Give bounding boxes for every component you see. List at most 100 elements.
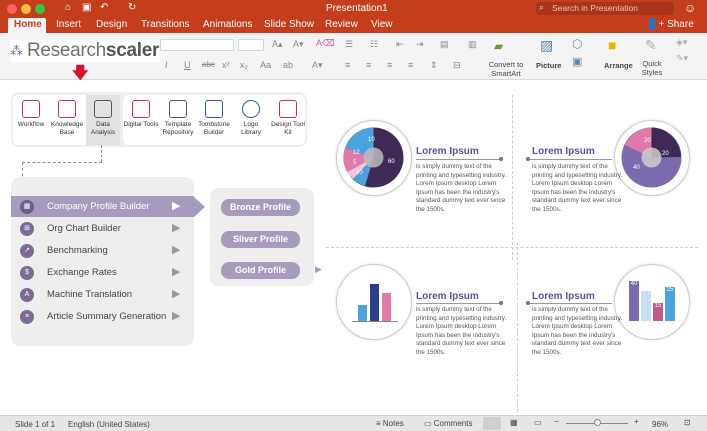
change-case-icon[interactable]: Aa bbox=[260, 60, 271, 70]
increase-indent-icon[interactable]: ⇥ bbox=[416, 39, 424, 50]
search-box[interactable]: ⌕ Search in Presentation bbox=[536, 2, 674, 15]
tab-animations[interactable]: Animations bbox=[203, 19, 252, 30]
search-placeholder: Search in Presentation bbox=[552, 3, 638, 13]
menu-label: Benchmarking bbox=[47, 245, 108, 256]
comments-button[interactable]: ▭ Comments bbox=[424, 419, 472, 428]
menu-item-benchmarking[interactable]: ↗ Benchmarking ▶ bbox=[12, 241, 192, 261]
notes-label: Notes bbox=[382, 419, 404, 428]
tool-label: Template Repository bbox=[162, 121, 194, 136]
align-text-icon[interactable]: ⊟ bbox=[453, 60, 461, 71]
picture-icon[interactable]: ▨ bbox=[540, 37, 553, 54]
text-direction-icon[interactable]: ⇕ bbox=[430, 60, 438, 71]
highlight-icon[interactable]: ab bbox=[283, 60, 293, 70]
convert-smartart-label[interactable]: Convert to SmartArt bbox=[485, 60, 527, 78]
zoom-window-button[interactable] bbox=[35, 4, 45, 14]
card3-text: is simply dummy text of the printing and… bbox=[416, 306, 507, 356]
bar-chart-1 bbox=[336, 264, 412, 340]
zoom-slider-handle[interactable] bbox=[594, 419, 601, 426]
silver-profile-button[interactable]: Sliver Profile bbox=[221, 231, 300, 248]
strikethrough-icon[interactable]: abc bbox=[202, 60, 215, 69]
quick-styles-icon[interactable]: ✎ bbox=[645, 37, 657, 54]
language-indicator[interactable]: English (United States) bbox=[68, 420, 150, 429]
smiley-icon[interactable]: ☺ bbox=[684, 1, 696, 15]
quick-styles-label[interactable]: Quick Styles bbox=[639, 59, 665, 77]
menu-item-machine-translation[interactable]: A Machine Translation ▶ bbox=[12, 285, 192, 305]
decrease-indent-icon[interactable]: ⇤ bbox=[396, 39, 404, 50]
subscript-icon[interactable]: x₂ bbox=[240, 60, 248, 70]
menu-item-exchange-rates[interactable]: $ Exchange Rates ▶ bbox=[12, 263, 192, 283]
tab-design[interactable]: Design bbox=[96, 19, 127, 30]
notes-button[interactable]: ≡ Notes bbox=[376, 419, 404, 428]
tool-knowledge-base[interactable]: Knowledge Base bbox=[49, 100, 85, 136]
zoom-out-icon[interactable]: − bbox=[554, 417, 559, 426]
picture-label[interactable]: Picture bbox=[536, 61, 561, 70]
tool-template-repository[interactable]: Template Repository bbox=[160, 100, 196, 136]
smartart-icon[interactable]: ▰ bbox=[494, 39, 503, 53]
font-color-icon[interactable]: A▾ bbox=[312, 60, 323, 71]
down-arrow-icon: 🡇 bbox=[72, 65, 89, 82]
tool-data-analysis[interactable]: Data Analysis bbox=[85, 100, 121, 136]
bronze-profile-button[interactable]: Bronze Profile bbox=[221, 199, 300, 216]
arrange-icon[interactable]: ■ bbox=[608, 37, 616, 53]
clear-format-icon[interactable]: A⌫ bbox=[316, 38, 335, 49]
numbering-icon[interactable]: ☷ bbox=[370, 39, 378, 50]
menu-item-company-profile-builder[interactable]: ▦ Company Profile Builder ▶ bbox=[12, 197, 192, 217]
reading-view-icon[interactable]: ▭ bbox=[534, 418, 542, 427]
tool-tombstone-builder[interactable]: Tombstone Builder bbox=[196, 100, 232, 136]
font-size-dropdown[interactable] bbox=[238, 39, 264, 51]
arrange-label[interactable]: Arrange bbox=[604, 61, 633, 70]
menu-item-article-summary[interactable]: ≡ Article Summary Generation ▶ bbox=[12, 307, 192, 327]
fill-icon[interactable]: ◈▾ bbox=[676, 37, 687, 48]
font-name-dropdown[interactable] bbox=[160, 39, 234, 51]
outline-icon[interactable]: ✎▾ bbox=[676, 53, 688, 64]
underline-icon[interactable]: U bbox=[184, 60, 191, 70]
align-center-icon[interactable]: ≡ bbox=[366, 60, 371, 70]
menu-item-org-chart-builder[interactable]: ⊞ Org Chart Builder ▶ bbox=[12, 219, 192, 239]
tab-slide-show[interactable]: Slide Show bbox=[264, 19, 314, 30]
home-icon[interactable]: ⌂ bbox=[65, 2, 71, 13]
line-spacing-icon[interactable]: ▥ bbox=[468, 39, 477, 50]
divider-v2 bbox=[517, 242, 518, 412]
zoom-in-icon[interactable]: + bbox=[634, 417, 639, 426]
status-bar: Slide 1 of 1 English (United States) ≡ N… bbox=[0, 415, 707, 431]
slide-sorter-icon[interactable]: ▦ bbox=[510, 418, 518, 427]
save-icon[interactable]: ▣ bbox=[82, 2, 91, 13]
align-right-icon[interactable]: ≡ bbox=[387, 60, 392, 70]
tool-digital-tools[interactable]: Digital Tools bbox=[123, 100, 159, 129]
justify-icon[interactable]: ≡ bbox=[408, 60, 413, 70]
fit-slide-icon[interactable]: ⊡ bbox=[684, 418, 691, 427]
share-button[interactable]: 👤+ Share bbox=[646, 19, 694, 30]
card4-title: Lorem Ipsum bbox=[532, 291, 595, 302]
grow-font-icon[interactable]: A▴ bbox=[272, 39, 283, 50]
zoom-level[interactable]: 96% bbox=[652, 420, 668, 429]
bullets-icon[interactable]: ☰ bbox=[345, 39, 353, 50]
gold-profile-button[interactable]: Gold Profile bbox=[221, 262, 300, 279]
book-icon bbox=[58, 100, 76, 118]
tool-label: Data Analysis bbox=[90, 121, 116, 136]
tool-design-tool-kit[interactable]: Design Tool Kit bbox=[270, 100, 306, 136]
text-box-icon[interactable]: ▣ bbox=[572, 55, 582, 68]
redo-icon[interactable]: ↻ bbox=[128, 2, 136, 13]
tool-logo-library[interactable]: Logo Library bbox=[233, 100, 269, 136]
divider-v1 bbox=[512, 95, 513, 260]
tab-transitions[interactable]: Transitions bbox=[141, 19, 190, 30]
superscript-icon[interactable]: x² bbox=[222, 60, 230, 70]
chevron-right-icon: ▶ bbox=[172, 200, 181, 212]
tool-workflow[interactable]: Workflow bbox=[13, 100, 49, 129]
normal-view-button[interactable] bbox=[483, 417, 501, 430]
shrink-font-icon[interactable]: A▾ bbox=[293, 39, 304, 50]
close-window-button[interactable] bbox=[7, 4, 17, 14]
tab-home[interactable]: Home bbox=[14, 19, 42, 30]
tab-insert[interactable]: Insert bbox=[56, 19, 81, 30]
undo-icon[interactable]: ↶ bbox=[100, 2, 108, 13]
tab-review[interactable]: Review bbox=[325, 19, 358, 30]
company-icon: ▦ bbox=[20, 200, 34, 214]
shapes-icon[interactable]: ⬡ bbox=[572, 37, 582, 51]
italic-icon[interactable]: I bbox=[165, 60, 168, 70]
menu-label: Machine Translation bbox=[47, 289, 133, 300]
align-left-icon[interactable]: ≡ bbox=[345, 60, 350, 70]
columns-icon[interactable]: ▤ bbox=[440, 39, 449, 50]
minimize-window-button[interactable] bbox=[21, 4, 31, 14]
tool-label: Workflow bbox=[17, 121, 45, 128]
tab-view[interactable]: View bbox=[371, 19, 393, 30]
